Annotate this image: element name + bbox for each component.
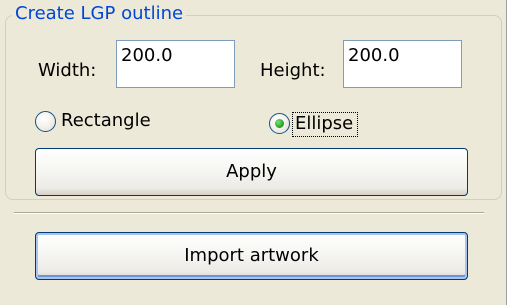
ellipse-radio-label[interactable]: Ellipse (295, 112, 353, 136)
apply-button[interactable]: Apply (35, 148, 468, 196)
width-input[interactable]: 200.0 (116, 40, 235, 88)
height-label: Height: (260, 60, 326, 81)
width-label: Width: (38, 60, 97, 81)
ellipse-radio[interactable] (269, 113, 290, 134)
rectangle-radio[interactable] (35, 111, 56, 132)
height-input[interactable]: 200.0 (343, 40, 462, 88)
group-title: Create LGP outline (12, 2, 187, 26)
import-artwork-button[interactable]: Import artwork (35, 232, 468, 280)
radio-selected-dot (275, 119, 284, 128)
rectangle-radio-label[interactable]: Rectangle (61, 109, 151, 133)
separator (14, 212, 484, 214)
lgp-panel: Create LGP outline Width: 200.0 Height: … (0, 0, 507, 305)
